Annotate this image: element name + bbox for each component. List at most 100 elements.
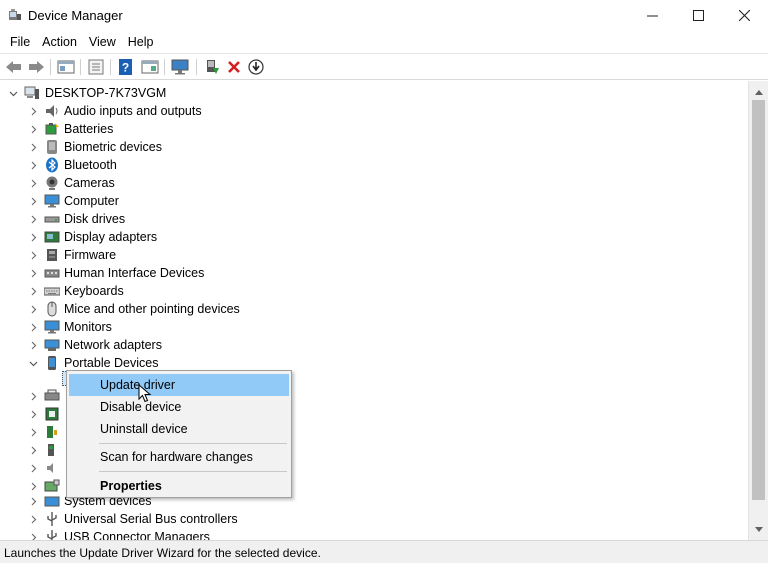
scroll-up-button[interactable] xyxy=(749,83,768,100)
menu-action[interactable]: Action xyxy=(36,31,83,53)
camera-icon xyxy=(46,176,58,190)
uninstall-button[interactable] xyxy=(224,58,244,76)
device-manager-icon xyxy=(9,9,21,20)
tree-item[interactable]: Human Interface Devices xyxy=(0,264,748,282)
disk-drive-icon xyxy=(44,216,60,223)
download-arrow-icon xyxy=(248,59,264,75)
chevron-right-icon[interactable] xyxy=(28,463,38,473)
chevron-right-icon[interactable] xyxy=(28,196,38,206)
scan-hardware-button[interactable] xyxy=(170,58,190,76)
computer-tower-icon xyxy=(24,86,39,99)
tree-item-label: Firmware xyxy=(64,248,117,262)
chevron-right-icon[interactable] xyxy=(28,178,38,188)
menu-view[interactable]: View xyxy=(83,31,122,53)
tree-item[interactable]: Biometric devices xyxy=(0,138,748,156)
tree-item-label: USB Connector Managers xyxy=(64,530,210,540)
chevron-right-icon[interactable] xyxy=(28,481,38,491)
chevron-right-icon[interactable] xyxy=(28,286,38,296)
tree-item-label: Display adapters xyxy=(64,230,158,244)
status-bar: Launches the Update Driver Wizard for th… xyxy=(0,540,768,563)
scroll-down-button[interactable] xyxy=(749,521,768,538)
menu-scan-hardware[interactable]: Scan for hardware changes xyxy=(69,446,289,468)
tree-item-label: Audio inputs and outputs xyxy=(64,104,202,118)
menu-help[interactable]: Help xyxy=(122,31,160,53)
network-adapter-icon xyxy=(44,339,60,351)
printer-icon xyxy=(44,389,60,401)
toolbar-separator xyxy=(164,59,165,75)
chevron-up-icon xyxy=(754,89,763,95)
menu-disable-device[interactable]: Disable device xyxy=(69,396,289,418)
update-driver-button[interactable] xyxy=(202,58,222,76)
scrollbar-thumb[interactable] xyxy=(752,100,765,500)
chevron-right-icon[interactable] xyxy=(28,391,38,401)
maximize-icon xyxy=(692,10,704,21)
tree-item[interactable]: Disk drives xyxy=(0,210,748,228)
menu-bar: File Action View Help xyxy=(0,31,768,53)
chevron-right-icon[interactable] xyxy=(28,532,38,540)
tree-item[interactable]: Firmware xyxy=(0,246,748,264)
tree-item[interactable]: Network adapters xyxy=(0,336,748,354)
chevron-right-icon[interactable] xyxy=(28,232,38,242)
chevron-right-icon[interactable] xyxy=(28,124,38,134)
tree-item-label: Computer xyxy=(64,194,119,208)
menu-uninstall-device[interactable]: Uninstall device xyxy=(69,418,289,440)
window-title: Device Manager xyxy=(28,8,123,23)
tree-item[interactable]: Batteries xyxy=(0,120,748,138)
tree-root[interactable]: DESKTOP-7K73VGM xyxy=(0,84,748,102)
back-button[interactable] xyxy=(4,58,24,76)
minimize-button[interactable] xyxy=(629,0,675,31)
properties-button[interactable] xyxy=(56,58,76,76)
tree-item[interactable]: USB Connector Managers xyxy=(0,528,748,540)
tree-item[interactable]: Audio inputs and outputs xyxy=(0,102,748,120)
tree-item[interactable]: Bluetooth xyxy=(0,156,748,174)
tree-item[interactable]: Computer xyxy=(0,192,748,210)
tree-item[interactable]: Display adapters xyxy=(0,228,748,246)
tree-item-label: Network adapters xyxy=(64,338,162,352)
chevron-right-icon[interactable] xyxy=(28,514,38,524)
chevron-right-icon[interactable] xyxy=(28,268,38,278)
help-button[interactable]: ? xyxy=(116,58,136,76)
close-icon xyxy=(738,10,750,21)
svg-text:?: ? xyxy=(122,61,129,75)
chevron-down-icon[interactable] xyxy=(8,88,18,98)
computer-monitor-icon xyxy=(44,194,60,208)
chevron-right-icon[interactable] xyxy=(28,340,38,350)
minimize-icon xyxy=(646,15,658,17)
display-adapter-icon xyxy=(44,231,60,243)
menu-properties[interactable]: Properties xyxy=(69,475,289,497)
menu-update-driver[interactable]: Update driver xyxy=(69,374,289,396)
chevron-down-icon[interactable] xyxy=(28,358,38,368)
tree-item-label: Batteries xyxy=(64,122,114,136)
tree-item[interactable]: Keyboards xyxy=(0,282,748,300)
chevron-right-icon[interactable] xyxy=(28,160,38,170)
chevron-right-icon[interactable] xyxy=(28,250,38,260)
enable-device-button[interactable] xyxy=(246,58,266,76)
uninstall-x-icon xyxy=(228,61,240,73)
chevron-right-icon[interactable] xyxy=(28,427,38,437)
vertical-scrollbar[interactable] xyxy=(748,81,768,540)
chevron-right-icon[interactable] xyxy=(28,409,38,419)
firmware-chip-icon xyxy=(47,249,57,261)
usb-icon xyxy=(47,512,57,526)
forward-button[interactable] xyxy=(26,58,46,76)
chevron-right-icon[interactable] xyxy=(28,304,38,314)
show-hidden-button[interactable] xyxy=(86,58,106,76)
system-devices-icon xyxy=(44,496,60,507)
tree-item[interactable]: Cameras xyxy=(0,174,748,192)
chevron-right-icon[interactable] xyxy=(28,214,38,224)
chevron-right-icon[interactable] xyxy=(28,142,38,152)
battery-icon xyxy=(45,123,59,135)
chevron-right-icon[interactable] xyxy=(28,496,38,506)
tree-item[interactable]: Mice and other pointing devices xyxy=(0,300,748,318)
chevron-right-icon[interactable] xyxy=(28,322,38,332)
tree-item[interactable]: Universal Serial Bus controllers xyxy=(0,510,748,528)
tree-item-label: Monitors xyxy=(64,320,112,334)
chevron-right-icon[interactable] xyxy=(28,106,38,116)
chevron-right-icon[interactable] xyxy=(28,445,38,455)
maximize-button[interactable] xyxy=(675,0,721,31)
menu-file[interactable]: File xyxy=(4,31,36,53)
view-button[interactable] xyxy=(140,58,160,76)
tree-item-label: Universal Serial Bus controllers xyxy=(64,512,238,526)
close-button[interactable] xyxy=(721,0,767,31)
tree-item[interactable]: Monitors xyxy=(0,318,748,336)
